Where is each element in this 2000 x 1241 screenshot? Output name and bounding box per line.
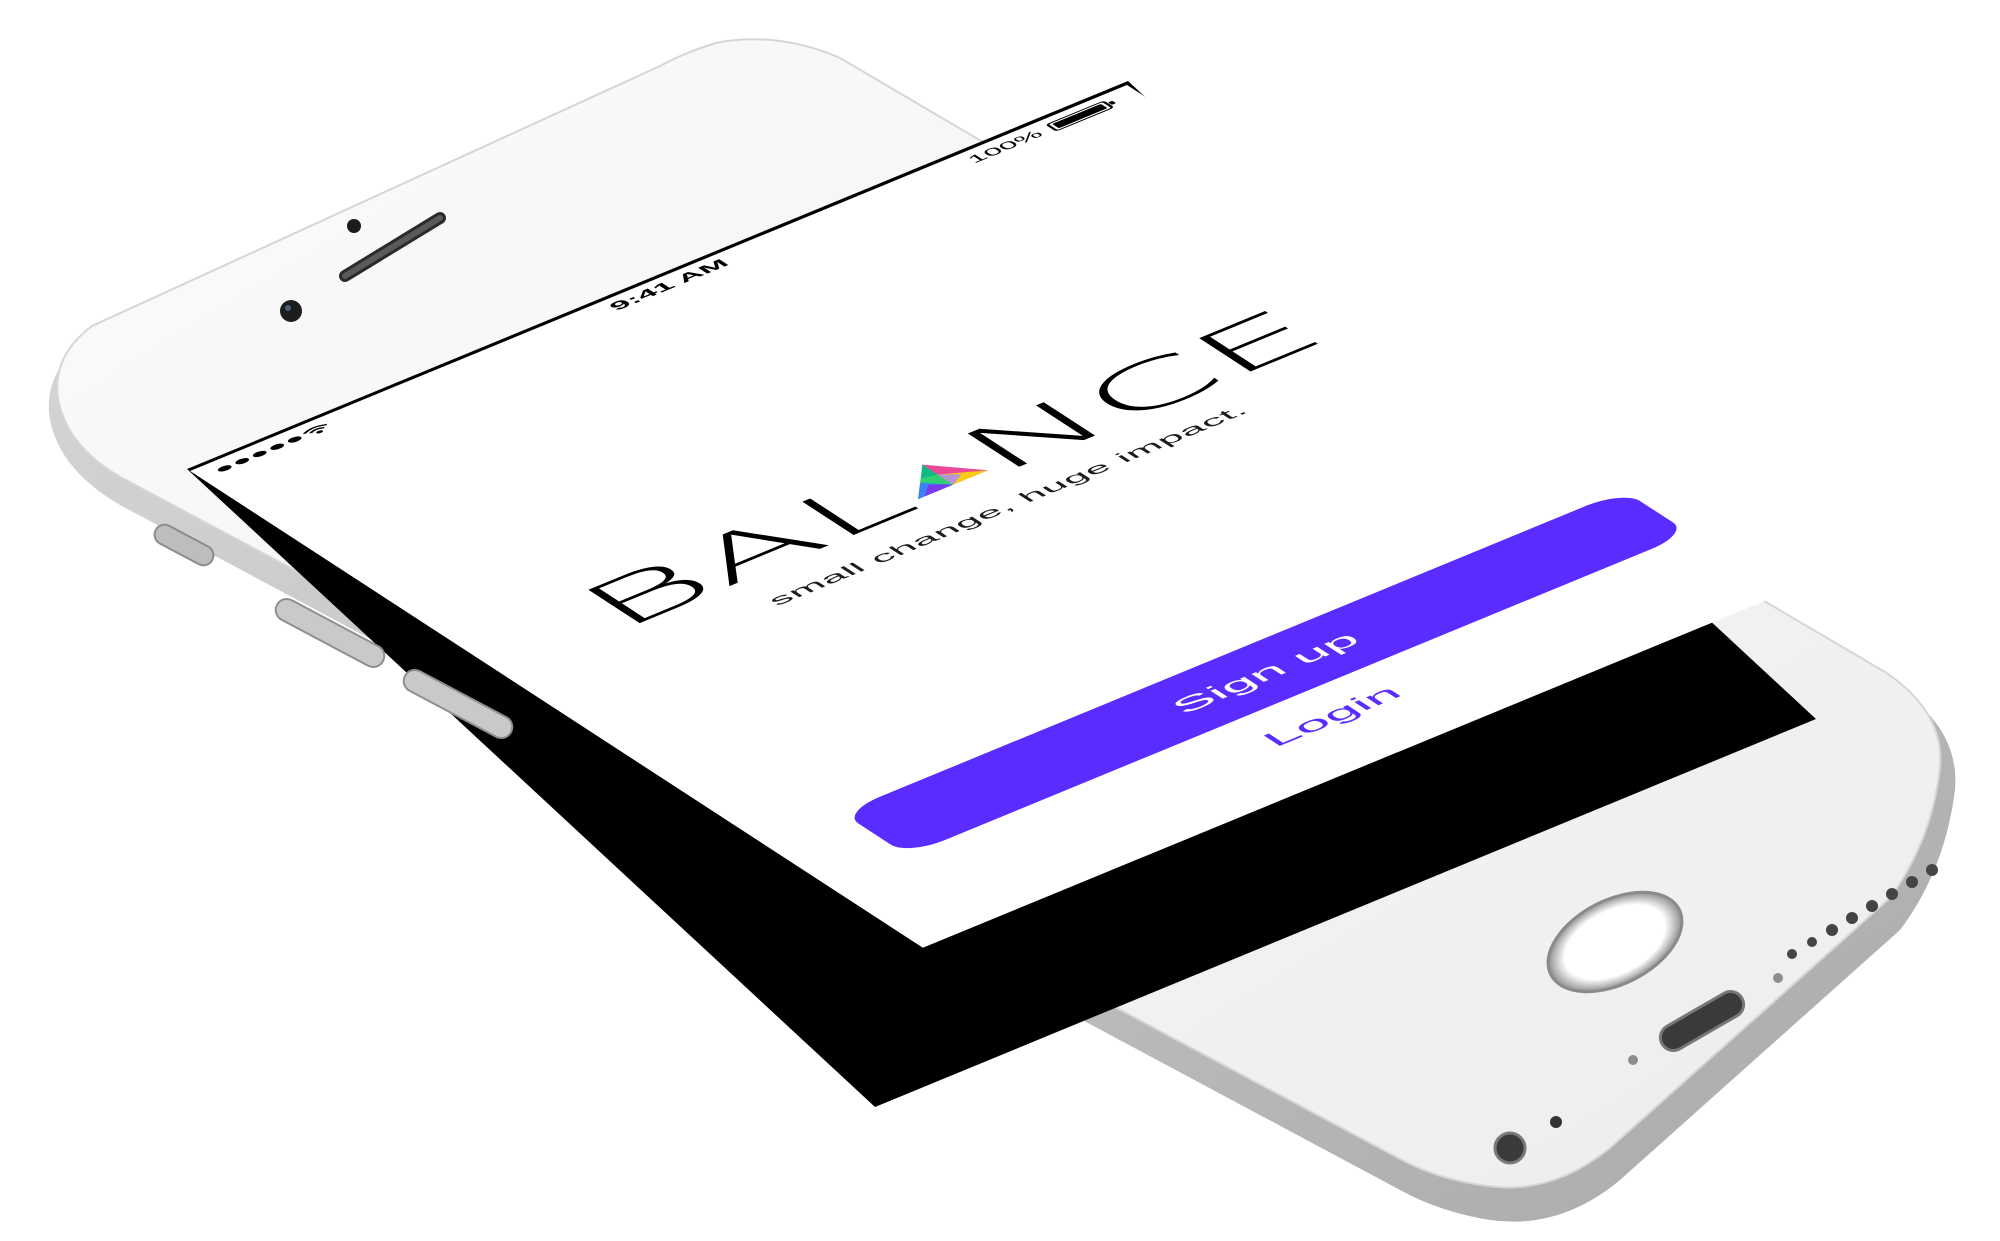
screw-left (1628, 1055, 1638, 1065)
mockup-stage: 9:41 AM 100% B A L N C E small change, h… (0, 0, 2000, 1241)
logo-wordmark: B A L N C E (555, 296, 1349, 643)
headphone-jack (1493, 1131, 1527, 1165)
front-camera (280, 300, 302, 322)
microphone-hole (1550, 1116, 1562, 1128)
screw-right (1773, 973, 1783, 983)
front-sensor (347, 219, 361, 233)
